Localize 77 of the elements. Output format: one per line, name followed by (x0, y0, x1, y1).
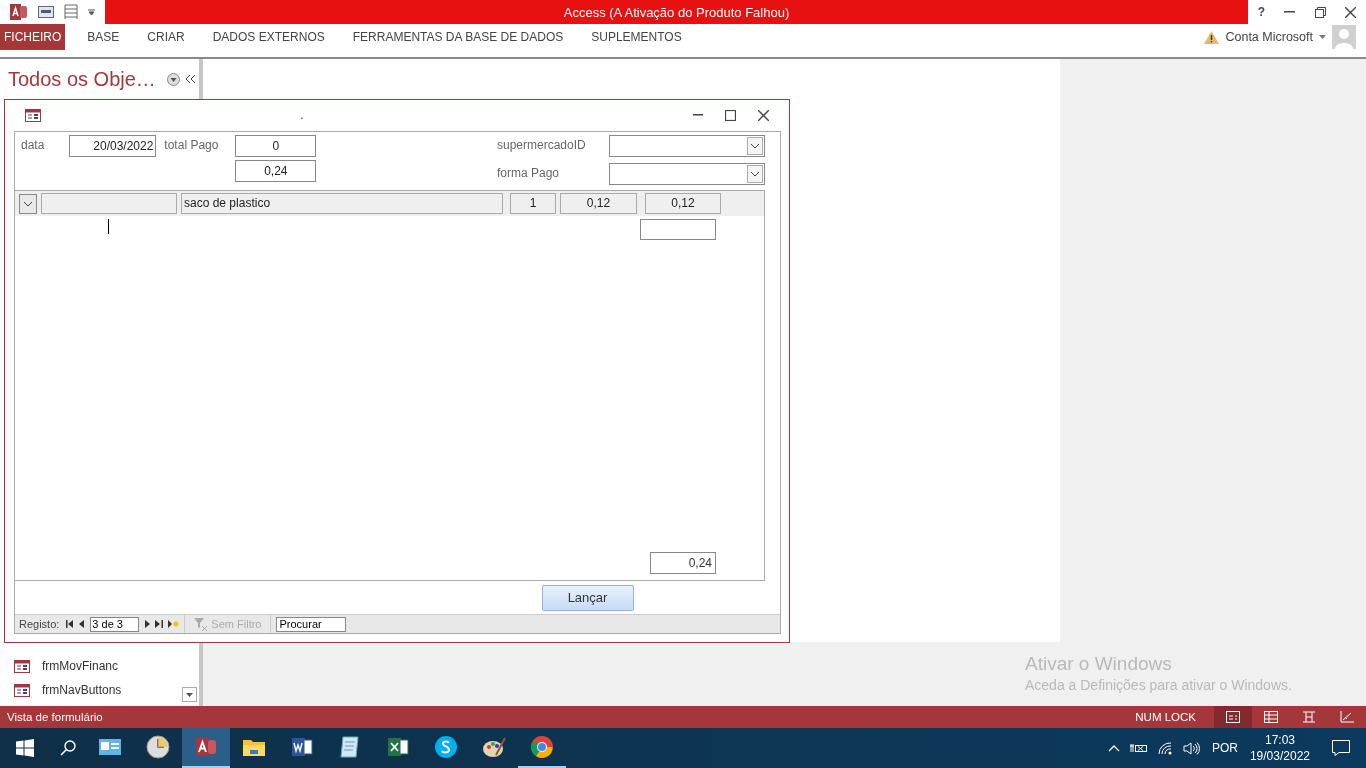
scroll-down-icon[interactable] (182, 687, 197, 702)
date-label: data (21, 137, 45, 152)
row-selector-combo[interactable] (19, 193, 37, 214)
battery-icon[interactable] (1129, 742, 1148, 754)
first-record-icon[interactable] (66, 620, 75, 628)
next-record-icon[interactable] (144, 620, 151, 628)
submit-button[interactable]: Lançar (541, 584, 634, 611)
row-field[interactable]: 0,12 (645, 193, 721, 214)
restore-icon[interactable] (1314, 6, 1326, 18)
collapse-icon[interactable] (186, 75, 195, 83)
num-lock-indicator: NUM LOCK (1135, 711, 1196, 723)
caret-icon[interactable] (747, 137, 763, 155)
filter-icon (194, 617, 209, 631)
form-title: . (299, 108, 305, 122)
clock-date[interactable]: 19/03/2022 (1249, 748, 1310, 764)
sum-field: 0,24 (650, 552, 716, 574)
payment-label: forma Pago (497, 165, 561, 182)
new-record-icon[interactable] (168, 619, 180, 629)
search-icon[interactable] (60, 740, 76, 756)
nav-item[interactable]: frmNavButtons (14, 678, 199, 702)
language-indicator[interactable]: POR (1211, 741, 1238, 755)
datasheet-icon[interactable] (64, 4, 78, 20)
date-field[interactable]: 20/03/2022 (69, 135, 157, 157)
last-record-icon[interactable] (155, 620, 164, 628)
row-field[interactable]: 1 (510, 193, 556, 214)
design-view-icon (1340, 711, 1354, 723)
caret-icon[interactable] (1319, 35, 1326, 39)
search-field[interactable]: Procurar (276, 616, 347, 632)
dropdown-icon[interactable] (167, 72, 180, 86)
record-label: Registo: (19, 618, 60, 630)
layout-view-icon (1303, 711, 1315, 723)
close-icon[interactable] (758, 109, 769, 121)
status-text: Vista de formulário (7, 711, 103, 723)
new-row-field[interactable] (640, 218, 716, 240)
ribbon-tab[interactable]: SUPLEMENTOS (577, 24, 696, 50)
ribbon-tab[interactable]: CRIAR (133, 24, 199, 50)
form-icon (25, 108, 41, 122)
nav-pane-title: Todos os Obje… (8, 67, 157, 91)
help-button[interactable]: ? (1257, 5, 1266, 19)
text-cursor (108, 219, 109, 234)
total-label: total Pago (164, 137, 220, 152)
caret-icon[interactable] (23, 200, 33, 207)
form-view-icon[interactable] (38, 6, 54, 18)
form-icon (14, 683, 30, 697)
database-app-icon[interactable] (182, 728, 230, 768)
maximize-icon[interactable] (725, 109, 736, 121)
wifi-icon[interactable] (1157, 741, 1173, 755)
volume-icon[interactable] (1182, 741, 1200, 755)
caret-icon[interactable] (747, 165, 763, 183)
row-field[interactable]: 0,12 (560, 193, 637, 214)
ribbon-tab[interactable]: BASE (73, 24, 134, 50)
ribbon-tab[interactable]: FERRAMENTAS DA BASE DE DADOS (338, 24, 578, 50)
supermarket-label: supermercadoID (497, 137, 587, 154)
nav-item[interactable]: frmMovFinanc (14, 654, 199, 678)
datasheet-icon (1264, 711, 1278, 723)
warning-icon (1204, 30, 1220, 44)
caret-icon[interactable] (88, 8, 95, 16)
notification-icon[interactable] (1332, 740, 1350, 756)
clock-time[interactable]: 17:03 (1264, 732, 1295, 748)
chevron-up-icon[interactable] (1107, 744, 1120, 752)
total-field[interactable]: 0 (235, 135, 317, 157)
total-field[interactable]: 0,24 (235, 160, 317, 182)
access-logo-icon (10, 3, 28, 21)
form-icon (14, 659, 30, 673)
ribbon-tab[interactable]: FICHEIRO (0, 24, 66, 50)
row-field[interactable] (41, 193, 177, 214)
account-label[interactable]: Conta Microsoft (1225, 30, 1313, 44)
view-button[interactable] (1214, 706, 1252, 728)
previous-record-icon[interactable] (79, 620, 86, 628)
minimize-icon[interactable] (1284, 11, 1296, 13)
window-title: Access (A Ativação do Produto Falhou) (563, 4, 790, 20)
windows-start-icon[interactable] (16, 739, 34, 757)
form-view-icon (1226, 711, 1240, 723)
row-field[interactable]: saco de plastico (181, 193, 503, 214)
record-position-field[interactable]: 3 de 3 (90, 616, 140, 632)
ribbon-tab[interactable]: DADOS EXTERNOS (198, 24, 339, 50)
close-icon[interactable] (1345, 6, 1357, 18)
